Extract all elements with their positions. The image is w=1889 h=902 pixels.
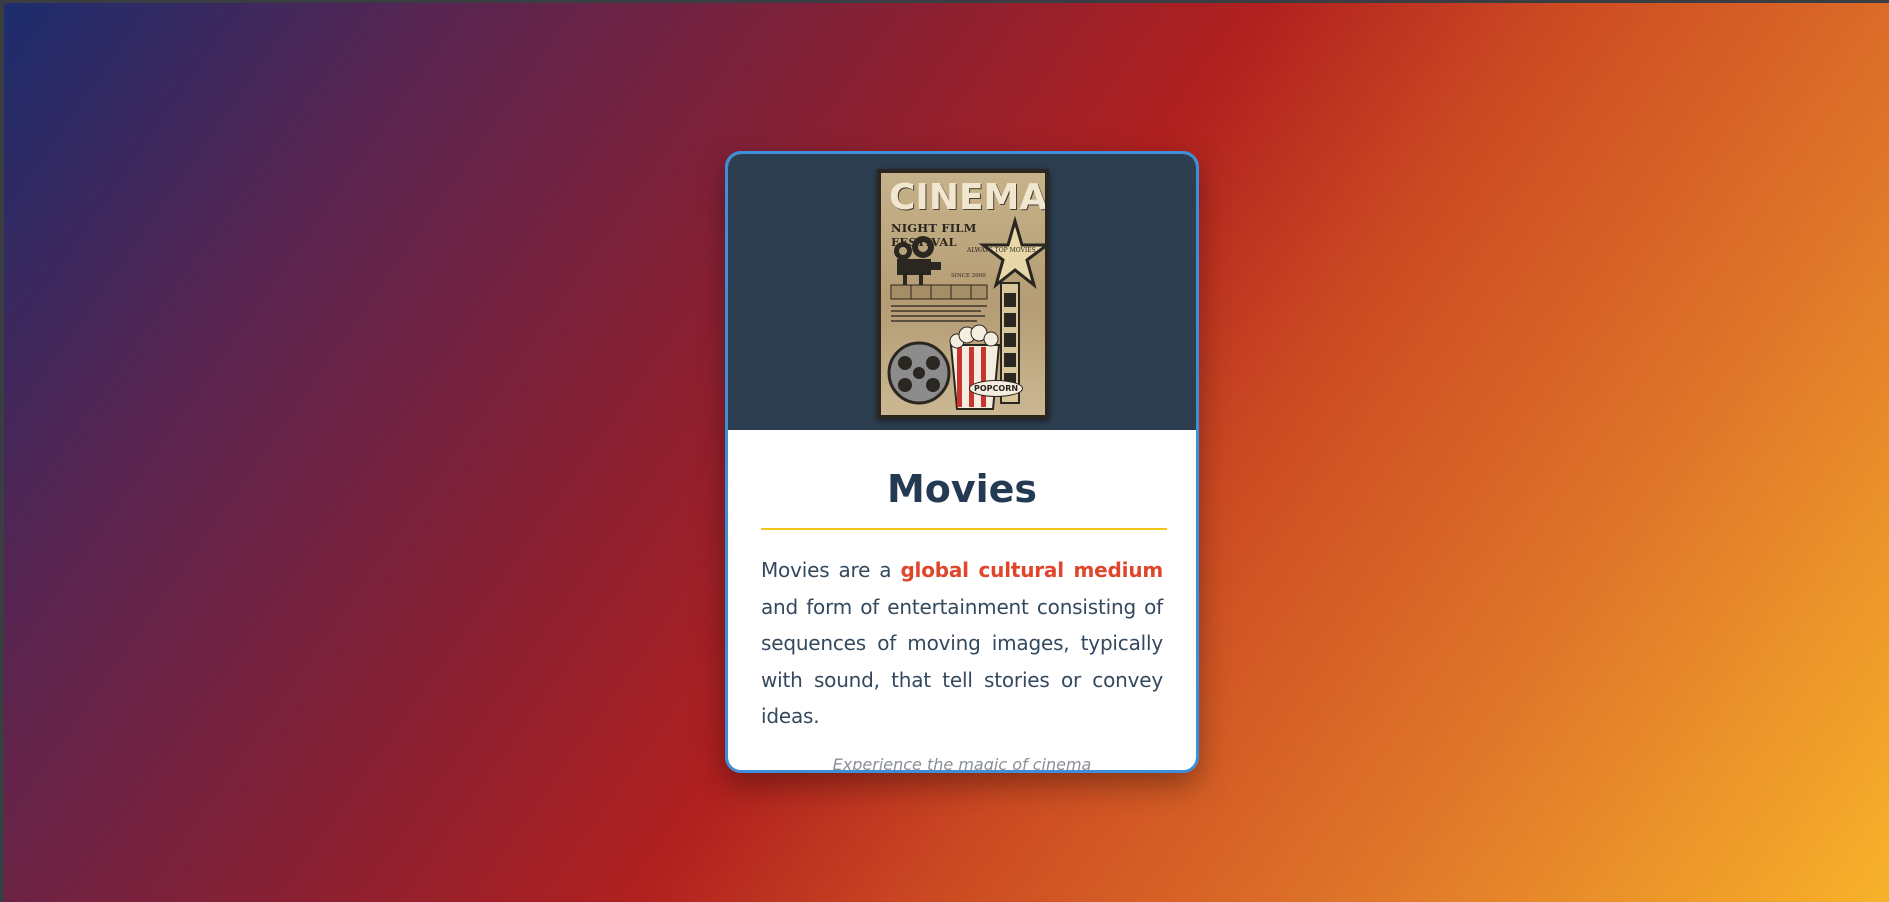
card-title: Movies [886,467,1038,511]
description-text-before: Movies are a [761,558,901,582]
card-tagline: Experience the magic of cinema [832,754,1092,773]
card-header: CINEMA NIGHT FILM FESTIVAL ALWAYS TOP MO… [728,154,1196,430]
description-highlight: global cultural medium [900,558,1163,582]
page-background: CINEMA NIGHT FILM FESTIVAL ALWAYS TOP MO… [4,3,1889,902]
poster-badge: SINCE 2000 [951,273,986,279]
card-body: Movies Movies are a global cultural medi… [728,466,1196,773]
movie-card: CINEMA NIGHT FILM FESTIVAL ALWAYS TOP MO… [725,151,1199,773]
description-text-after: and form of entertainment consisting of … [761,594,1163,729]
poster-title: CINEMA [889,177,1045,218]
title-divider [761,528,1167,530]
cinema-poster-image: CINEMA NIGHT FILM FESTIVAL ALWAYS TOP MO… [877,169,1049,419]
poster-tag: ALWAYS TOP MOVIES [967,247,1036,254]
poster-artwork: CINEMA NIGHT FILM FESTIVAL ALWAYS TOP MO… [881,173,1045,415]
card-description: Movies are a global cultural medium and … [761,552,1163,735]
popcorn-label: POPCORN [969,380,1024,397]
poster-subtitle: NIGHT FILM FESTIVAL [891,221,977,249]
